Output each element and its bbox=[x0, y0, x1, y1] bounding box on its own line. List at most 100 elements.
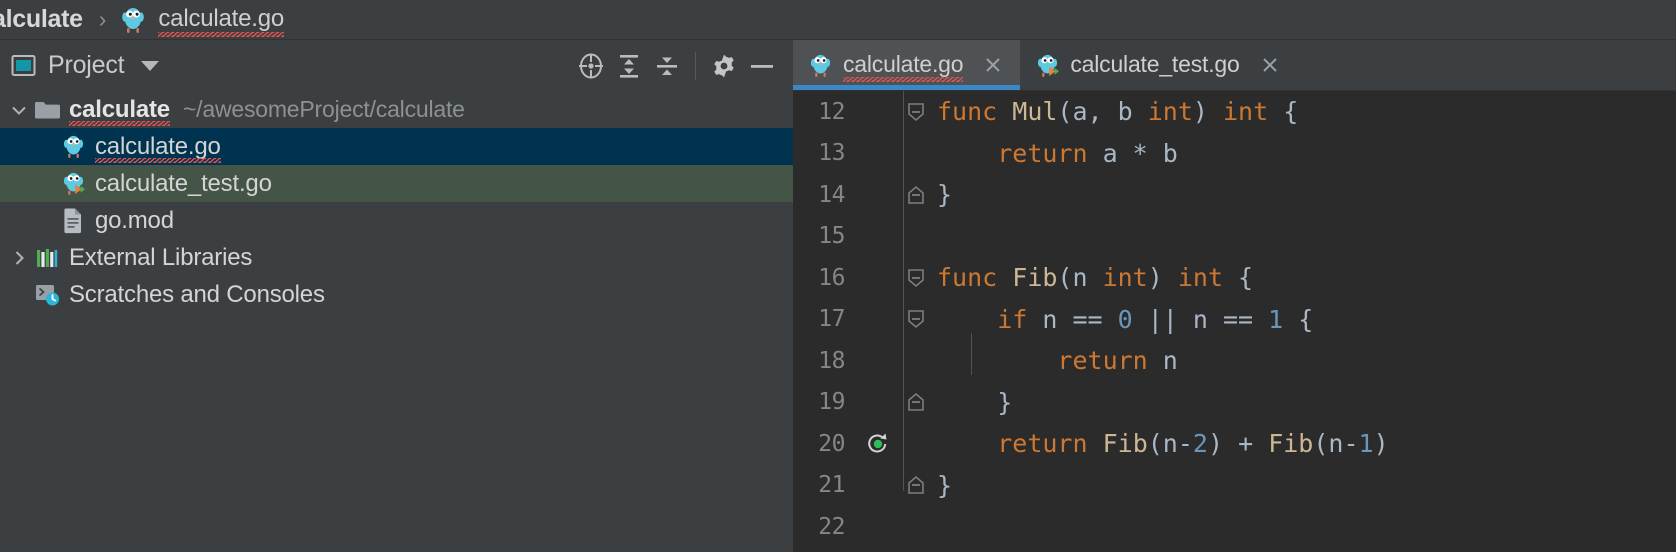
ide-window: alculate › calculate.go Project calculat… bbox=[0, 0, 1676, 552]
tree-node-calculate-test-go[interactable]: calculate_test.go bbox=[0, 165, 793, 202]
project-tree[interactable]: calculate ~/awesomeProject/calculate cal… bbox=[0, 91, 793, 552]
select-opened-file-button[interactable] bbox=[572, 47, 610, 85]
code-token: (n- bbox=[1313, 429, 1359, 459]
chevron-collapsed-icon[interactable] bbox=[6, 248, 32, 268]
fold-toggle-icon[interactable] bbox=[901, 101, 931, 123]
tree-node-external-libraries[interactable]: External Libraries bbox=[0, 239, 793, 276]
fold-toggle-icon[interactable] bbox=[901, 184, 931, 206]
gear-icon bbox=[709, 51, 739, 81]
tree-node-go-mod[interactable]: go.mod bbox=[0, 202, 793, 239]
code-line[interactable]: 12 func Mul(a, b int) int { bbox=[793, 91, 1676, 133]
line-number: 12 bbox=[818, 98, 845, 125]
code-token: n == bbox=[1027, 304, 1118, 334]
code-lines: 12 func Mul(a, b int) int { 13 return a * … bbox=[793, 91, 1676, 548]
code-token: Mul bbox=[1012, 97, 1058, 127]
crosshair-target-icon bbox=[576, 51, 606, 81]
chevron-down-icon[interactable] bbox=[141, 60, 160, 71]
project-panel-title: Project bbox=[48, 51, 125, 79]
code-text: return Fib(n-2) + Fib(n-1) bbox=[931, 429, 1388, 459]
code-line[interactable]: 22 bbox=[793, 506, 1676, 548]
scratches-icon bbox=[32, 282, 62, 307]
close-icon[interactable] bbox=[980, 52, 1006, 78]
go-mod-file-icon bbox=[58, 207, 88, 234]
libraries-icon bbox=[32, 246, 62, 270]
go-test-file-icon bbox=[1036, 52, 1060, 79]
code-token: { bbox=[1268, 97, 1299, 127]
tree-node-label: calculate_test.go bbox=[95, 169, 272, 197]
editor-area: calculate.go calculate_test.go 12 func M… bbox=[793, 40, 1676, 552]
code-editor[interactable]: 12 func Mul(a, b int) int { 13 return a * … bbox=[793, 91, 1676, 552]
tree-node-calculate[interactable]: calculate ~/awesomeProject/calculate bbox=[0, 91, 793, 128]
folder-icon bbox=[32, 99, 62, 121]
breadcrumb-project-label: alculate bbox=[0, 5, 83, 33]
tree-node-scratches-and-consoles[interactable]: Scratches and Consoles bbox=[0, 276, 793, 313]
code-token: n bbox=[1147, 346, 1178, 376]
fold-toggle-icon[interactable] bbox=[901, 267, 931, 289]
go-file-icon bbox=[120, 5, 146, 35]
fold-toggle-icon[interactable] bbox=[901, 474, 931, 496]
code-token: ) bbox=[1192, 97, 1223, 127]
recursive-call-icon[interactable] bbox=[855, 431, 901, 457]
code-text: } bbox=[931, 180, 952, 209]
breadcrumb-separator-icon: › bbox=[98, 6, 107, 32]
collapse-all-button[interactable] bbox=[648, 47, 686, 85]
project-view-selector[interactable]: Project bbox=[10, 51, 160, 80]
collapse-all-icon bbox=[652, 51, 682, 81]
line-number: 17 bbox=[818, 306, 845, 333]
settings-button[interactable] bbox=[705, 47, 743, 85]
code-token: 1 bbox=[1358, 429, 1374, 459]
code-line[interactable]: 13 return a * b bbox=[793, 133, 1676, 175]
spellcheck-squiggle bbox=[95, 157, 221, 163]
code-token: || n == bbox=[1132, 304, 1269, 334]
code-token: (a, b bbox=[1057, 97, 1148, 127]
spellcheck-squiggle bbox=[158, 31, 285, 37]
code-line[interactable]: 19 } bbox=[793, 382, 1676, 424]
code-text: func Fib(n int) int { bbox=[931, 263, 1253, 292]
code-token: 1 bbox=[1268, 304, 1284, 334]
code-text: } bbox=[931, 471, 952, 500]
code-line[interactable]: 20 return Fib(n-2) + Fib(n-1) bbox=[793, 423, 1676, 465]
code-token: return bbox=[997, 138, 1088, 168]
code-token: } bbox=[937, 180, 953, 210]
code-line[interactable]: 18 return n bbox=[793, 340, 1676, 382]
code-line[interactable]: 17 if n == 0 || n == 1 { bbox=[793, 299, 1676, 341]
code-token: func bbox=[937, 97, 1013, 127]
go-file-icon bbox=[58, 133, 88, 160]
code-line[interactable]: 15 bbox=[793, 216, 1676, 258]
chevron-expanded-icon[interactable] bbox=[6, 100, 32, 120]
spellcheck-squiggle bbox=[69, 120, 170, 126]
code-line[interactable]: 16 func Fib(n int) int { bbox=[793, 257, 1676, 299]
fold-toggle-icon[interactable] bbox=[901, 308, 931, 330]
code-line[interactable]: 14} bbox=[793, 174, 1676, 216]
expand-all-button[interactable] bbox=[610, 47, 648, 85]
tree-node-calculate-go[interactable]: calculate.go bbox=[0, 128, 793, 165]
line-number: 16 bbox=[818, 264, 845, 291]
code-token: Fib bbox=[1102, 429, 1148, 459]
code-token: Fib bbox=[1012, 263, 1058, 293]
code-token: (n- bbox=[1147, 429, 1193, 459]
close-icon[interactable] bbox=[1257, 52, 1283, 78]
breadcrumb-item-project[interactable]: alculate bbox=[0, 0, 83, 40]
code-token: int bbox=[1147, 97, 1193, 127]
fold-toggle-icon[interactable] bbox=[901, 391, 931, 413]
line-number: 14 bbox=[818, 181, 845, 208]
code-line[interactable]: 21} bbox=[793, 465, 1676, 507]
code-token: } bbox=[937, 470, 953, 500]
hide-button[interactable] bbox=[743, 47, 781, 85]
code-text: func Mul(a, b int) int { bbox=[931, 97, 1298, 126]
code-token: { bbox=[1283, 304, 1314, 334]
tab-calculate-go[interactable]: calculate.go bbox=[793, 40, 1021, 90]
breadcrumb-file-label: calculate.go bbox=[158, 5, 285, 37]
tab-label: calculate.go bbox=[843, 51, 964, 82]
breadcrumb-item-file[interactable]: calculate.go bbox=[120, 0, 284, 40]
expand-all-icon bbox=[614, 51, 644, 81]
code-text: if n == 0 || n == 1 { bbox=[931, 305, 1313, 334]
code-token: a * b bbox=[1087, 138, 1178, 168]
tree-node-label: calculate bbox=[69, 96, 170, 126]
code-token: (n bbox=[1057, 263, 1103, 293]
tree-node-label: calculate.go bbox=[95, 133, 221, 163]
tab-calculate-test-go[interactable]: calculate_test.go bbox=[1020, 40, 1296, 90]
go-test-file-icon bbox=[58, 170, 88, 197]
